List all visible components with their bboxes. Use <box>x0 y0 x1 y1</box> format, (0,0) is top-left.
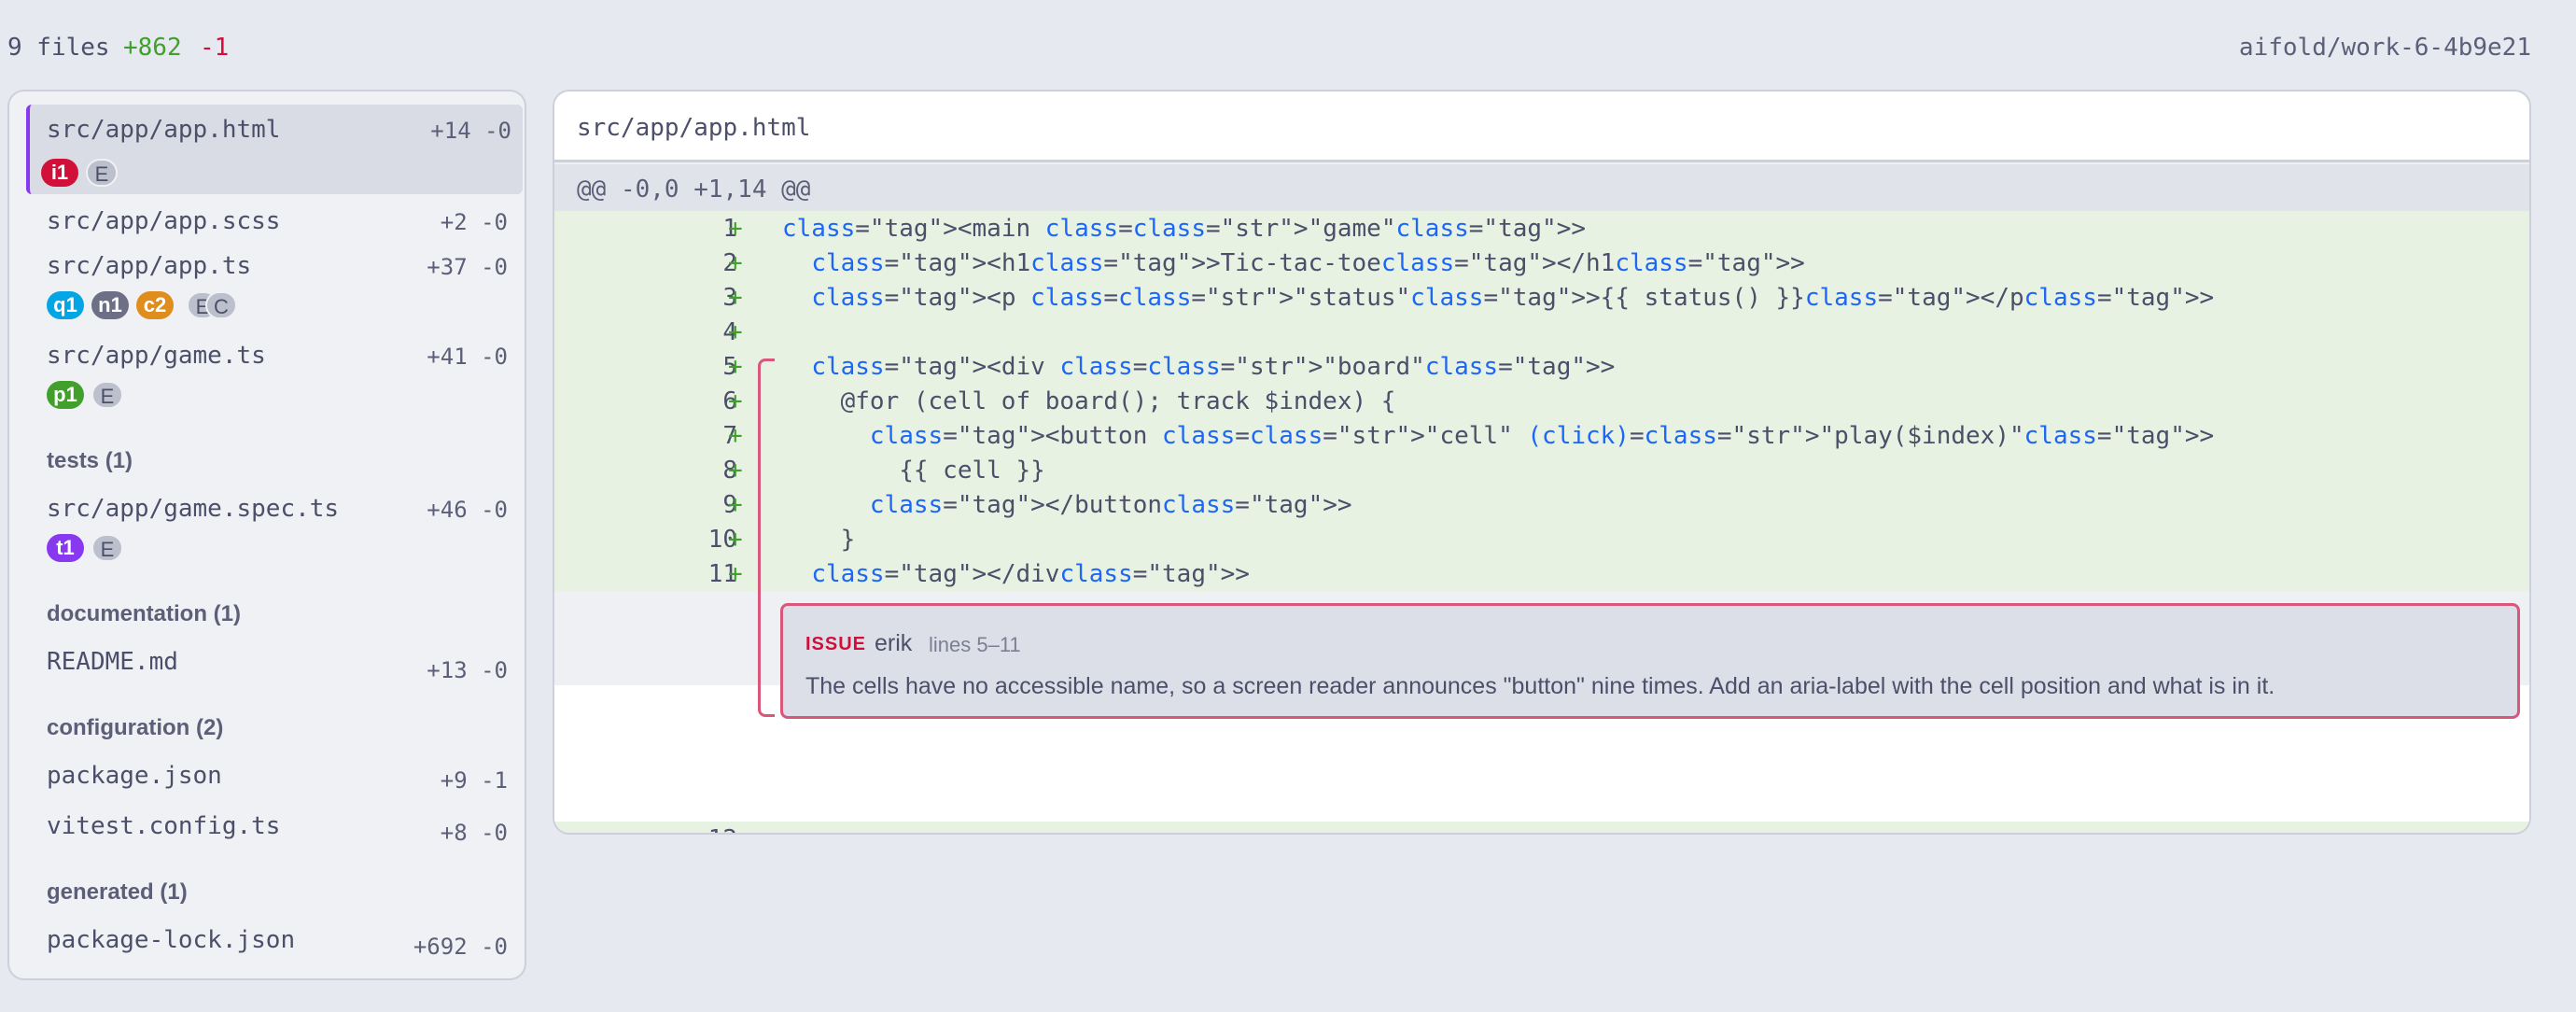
code-line[interactable]: 12+ <box>554 822 2529 833</box>
added-line-marker: + <box>728 457 743 485</box>
added-line-marker: + <box>728 560 743 588</box>
file-stat: +9 -1 <box>440 767 508 794</box>
diff-header: src/app/app.html <box>554 91 2529 162</box>
comment-author: erik <box>875 630 913 656</box>
added-line-marker: + <box>728 422 743 450</box>
author-avatar-badge: E <box>91 534 123 562</box>
file-name: src/app/app.scss <box>47 207 281 235</box>
file-stat: +13 -0 <box>427 657 508 683</box>
file-name: package-lock.json <box>47 926 296 954</box>
file-item-app-scss[interactable]: src/app/app.scss +2 -0 <box>26 200 523 243</box>
added-line-marker: + <box>728 284 743 312</box>
code-line[interactable]: 10 + } <box>554 522 2529 556</box>
author-avatar-badge: E <box>86 159 118 187</box>
file-stat: +2 -0 <box>440 209 508 235</box>
file-stat: +37 -0 <box>427 254 508 280</box>
review-comment[interactable]: ISSUE erik lines 5–11 The cells have no … <box>780 603 2520 719</box>
deletions-count: -1 <box>200 34 230 62</box>
hunk-header: @@ -0,0 +1,14 @@ <box>554 164 2529 211</box>
file-item-game-spec-ts[interactable]: src/app/game.spec.ts +46 -0 t1 E <box>26 487 523 571</box>
file-stat: +14 -0 <box>430 118 511 144</box>
code-line[interactable]: 2 + class="tag"><h1class="tag">>Tic-tac-t… <box>554 246 2529 280</box>
issue-badge[interactable]: i1 <box>41 159 78 187</box>
added-line-marker: + <box>728 491 743 519</box>
code-text: {{ cell }} <box>782 457 1045 485</box>
code-line[interactable]: 6 + @for (cell of board(); track $index) … <box>554 384 2529 418</box>
added-line-marker: + <box>728 526 743 554</box>
code-line[interactable]: 11 + class="tag"></divclass="tag">> <box>554 556 2529 591</box>
file-name: src/app/game.spec.ts <box>47 495 340 523</box>
diff-file-title: src/app/app.html <box>577 114 811 142</box>
test-badge[interactable]: t1 <box>47 534 84 562</box>
file-name: vitest.config.ts <box>47 812 281 840</box>
added-line-marker: + <box>728 387 743 415</box>
code-line[interactable]: 9 + class="tag"></buttonclass="tag">> <box>554 487 2529 522</box>
code-line[interactable]: 4 + <box>554 315 2529 349</box>
file-list-sidebar: src/app/app.html +14 -0 i1 E src/app/app… <box>7 90 526 980</box>
file-name: src/app/app.html <box>47 116 281 144</box>
files-count: 9 files <box>7 34 110 62</box>
file-stat: +41 -0 <box>427 344 508 370</box>
diff-summary-bar: 9 files +862 -1 aifold/work-6-4b9e21 <box>0 0 2576 97</box>
group-title-documentation: documentation (1) <box>47 601 241 626</box>
file-item-app-html[interactable]: src/app/app.html +14 -0 i1 E <box>26 105 523 194</box>
comment-badge[interactable]: c2 <box>136 291 174 319</box>
comment-kind: ISSUE <box>805 634 867 654</box>
file-item-vitest-config[interactable]: vitest.config.ts +8 -0 <box>26 805 523 857</box>
diff-panel: src/app/app.html @@ -0,0 +1,14 @@ 1 + clas… <box>553 90 2531 835</box>
file-name: src/app/app.ts <box>47 252 252 280</box>
branch-name: aifold/work-6-4b9e21 <box>2238 34 2531 62</box>
file-stat: +46 -0 <box>427 497 508 523</box>
file-item-readme[interactable]: README.md +13 -0 <box>26 640 523 696</box>
added-line-marker: + <box>728 318 743 346</box>
file-item-game-ts[interactable]: src/app/game.ts +41 -0 p1 E <box>26 334 523 418</box>
praise-badge[interactable]: p1 <box>47 381 84 409</box>
group-title-tests: tests (1) <box>47 448 133 473</box>
file-stat: +8 -0 <box>440 820 508 846</box>
added-line-marker: + <box>728 825 743 833</box>
code-line[interactable]: 3 + class="tag"><p class=class="str">"sta… <box>554 280 2529 315</box>
file-name: package.json <box>47 762 222 790</box>
file-stat: +692 -0 <box>413 934 508 960</box>
comment-line-range: lines 5–11 <box>929 633 1021 656</box>
code-text: class="tag"><h1class="tag">>Tic-tac-toec… <box>811 249 1805 277</box>
code-text: class="tag"><p class=class="str">"status… <box>811 284 2215 312</box>
author-avatar-badge: E <box>91 381 123 409</box>
code-text: class="tag"></divclass="tag">> <box>811 560 1250 588</box>
additions-count: +862 <box>123 34 182 62</box>
file-name: README.md <box>47 648 178 676</box>
hunk-range: @@ -0,0 +1,14 @@ <box>577 176 811 204</box>
nit-badge[interactable]: n1 <box>91 291 129 319</box>
question-badge[interactable]: q1 <box>47 291 84 319</box>
comment-body: The cells have no accessible name, so a … <box>805 673 2275 699</box>
author-avatar-badge: C <box>205 291 237 319</box>
group-title-configuration: configuration (2) <box>47 715 224 740</box>
code-text: class="tag"><main class=class="str">"gam… <box>782 215 1587 243</box>
code-line[interactable]: 8 + {{ cell }} <box>554 453 2529 487</box>
code-text: class="tag"><button class=class="str">"c… <box>869 422 2215 450</box>
code-text: } <box>782 526 856 554</box>
code-line[interactable]: 7 + class="tag"><button class=class="str"… <box>554 418 2529 453</box>
code-line[interactable]: 1 + class="tag"><main class=class="str">"g… <box>554 211 2529 246</box>
added-line-marker: + <box>728 249 743 277</box>
file-item-package-json[interactable]: package.json +9 -1 <box>26 754 523 805</box>
added-line-marker: + <box>728 353 743 381</box>
added-line-marker: + <box>728 215 743 243</box>
code-line[interactable]: 5 + class="tag"><div class=class="str">"b… <box>554 349 2529 384</box>
file-item-package-lock[interactable]: package-lock.json +692 -0 <box>26 919 523 971</box>
group-title-generated: generated (1) <box>47 879 188 905</box>
code-text: class="tag"><div class=class="str">"boar… <box>811 353 1616 381</box>
file-name: src/app/game.ts <box>47 342 266 370</box>
code-text: class="tag"></buttonclass="tag">> <box>869 491 1352 519</box>
file-item-app-ts[interactable]: src/app/app.ts +37 -0 q1 n1 c2 E C <box>26 245 523 329</box>
comment-range-bracket <box>758 358 775 717</box>
code-text: @for (cell of board(); track $index) { <box>782 387 1396 415</box>
